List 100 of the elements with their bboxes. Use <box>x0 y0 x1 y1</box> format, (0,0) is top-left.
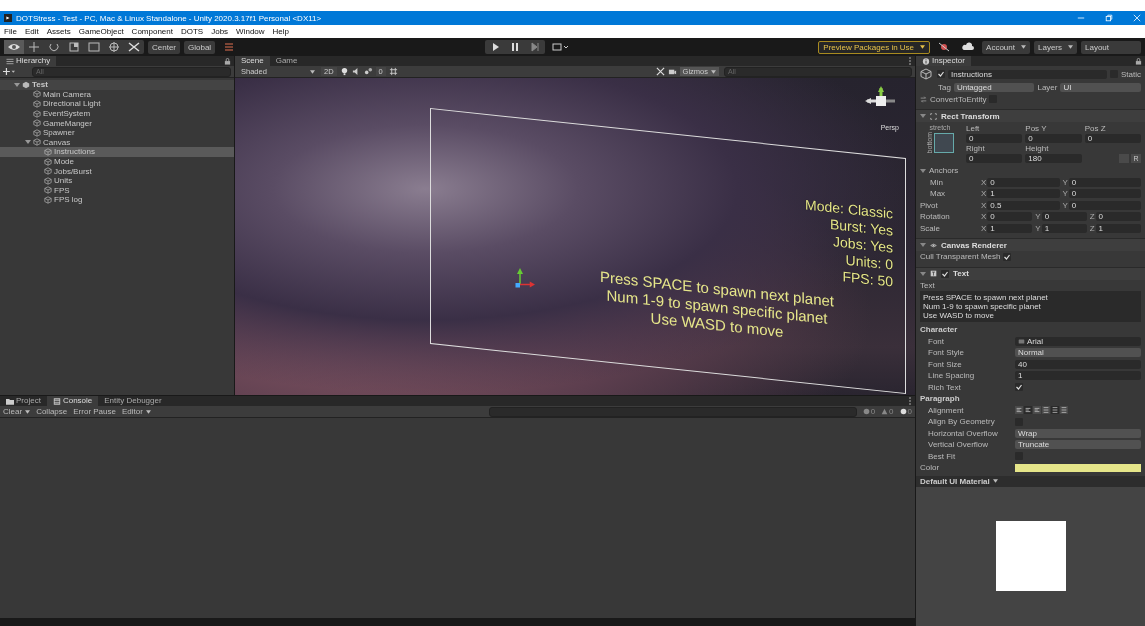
hierarchy-item[interactable]: Test <box>32 80 48 90</box>
hierarchy-item[interactable]: EventSystem <box>43 109 91 119</box>
alignment-icon[interactable] <box>1042 406 1050 415</box>
checkbox[interactable] <box>1015 383 1023 392</box>
menu-item[interactable]: Component <box>131 27 173 36</box>
view-tab[interactable]: Game <box>269 56 304 66</box>
layer-dropdown[interactable]: UI <box>1060 83 1141 93</box>
number-field[interactable]: 1 <box>987 189 1060 199</box>
number-field[interactable]: 1 <box>1041 223 1087 233</box>
number-field[interactable]: 0 <box>1084 134 1141 143</box>
color-swatch[interactable] <box>1015 463 1141 472</box>
expand-arrow-icon[interactable] <box>25 139 31 146</box>
dropdown[interactable]: Truncate <box>1015 440 1141 450</box>
foldout-arrow-icon[interactable] <box>920 242 926 248</box>
number-field[interactable]: 0 <box>1068 200 1141 210</box>
number-field[interactable]: 1 <box>1095 223 1141 233</box>
number-field[interactable]: 0 <box>987 212 1033 222</box>
alignment-icon[interactable] <box>1033 406 1041 415</box>
hierarchy-item[interactable]: Mode <box>54 157 74 167</box>
inspector-tab[interactable]: Inspector <box>916 56 971 66</box>
number-field[interactable]: 0 <box>966 134 1023 143</box>
space-button[interactable]: Global <box>184 40 216 54</box>
console-toolbar-button[interactable]: Collapse <box>36 407 68 416</box>
foldout-arrow-icon[interactable] <box>920 270 926 277</box>
anchor-preset-button[interactable] <box>934 132 954 153</box>
hierarchy-item[interactable]: Instructions <box>54 147 95 157</box>
menu-item[interactable]: Window <box>236 27 265 36</box>
console-toolbar-button[interactable]: Error Pause <box>73 407 116 416</box>
number-field[interactable]: 0 <box>1025 134 1082 143</box>
tag-dropdown[interactable]: Untagged <box>953 83 1035 93</box>
foldout-label[interactable]: Anchors <box>929 166 959 176</box>
hierarchy-item[interactable]: GameManger <box>43 118 92 128</box>
hierarchy-item[interactable]: Jobs/Burst <box>54 166 92 176</box>
active-checkbox[interactable] <box>937 70 945 78</box>
field-label: Pos Z <box>1084 124 1107 133</box>
light-icon[interactable] <box>339 67 349 76</box>
hierarchy-item[interactable]: FPS log <box>54 195 83 205</box>
alignment-icon[interactable] <box>1015 406 1023 415</box>
dropdown[interactable]: Wrap <box>1015 428 1141 438</box>
number-field[interactable]: 0 <box>966 154 1023 163</box>
enabled-checkbox[interactable] <box>941 269 949 278</box>
menu-item[interactable]: Assets <box>46 27 71 36</box>
eye-icon[interactable] <box>4 40 24 54</box>
checkbox[interactable] <box>1003 252 1012 261</box>
axis-label: Y <box>1062 189 1068 199</box>
add-icon[interactable] <box>3 68 15 75</box>
console-toolbar-button[interactable]: Clear <box>3 407 31 416</box>
view-tab[interactable]: Scene <box>235 56 270 66</box>
tools-icon[interactable] <box>655 67 665 76</box>
menu-item[interactable]: Help <box>272 27 289 36</box>
foldout-arrow-icon[interactable] <box>920 167 926 174</box>
object-field[interactable]: Arial <box>1015 336 1141 346</box>
account-dropdown[interactable]: Account <box>982 40 1030 54</box>
foldout-arrow-icon[interactable] <box>920 113 926 119</box>
number-field[interactable]: 0 <box>1068 177 1141 187</box>
panel-tab[interactable]: Entity Debugger <box>98 396 168 406</box>
menu-item[interactable]: GameObject <box>78 27 124 36</box>
hierarchy-item[interactable]: Directional Light <box>43 99 101 109</box>
menu-item[interactable]: Jobs <box>211 27 229 36</box>
hierarchy-tab[interactable]: Hierarchy <box>0 56 57 66</box>
search-field[interactable] <box>488 406 857 417</box>
lock-icon[interactable] <box>1135 57 1142 65</box>
restore-icon[interactable] <box>1105 14 1113 22</box>
layers-dropdown[interactable]: Layers <box>1034 40 1077 54</box>
expand-arrow-icon[interactable] <box>14 81 20 88</box>
number-field[interactable]: 1 <box>1015 371 1141 381</box>
preview-packages-dropdown[interactable]: Preview Packages in Use <box>818 40 931 54</box>
panel-tab[interactable]: Project <box>0 396 47 406</box>
grid-icon[interactable] <box>388 67 398 76</box>
number-field[interactable]: 180 <box>1025 154 1082 163</box>
number-field[interactable]: 0 <box>1068 189 1141 199</box>
text-area[interactable]: Press SPACE to spawn next planet Num 1-9 to spawn specific planet Use WASD to move <box>920 291 1141 322</box>
menu-item[interactable]: File <box>4 27 17 36</box>
panel-tab[interactable]: Console <box>46 396 99 406</box>
menu-item[interactable]: DOTS <box>180 27 204 36</box>
hierarchy-item[interactable]: Spawner <box>43 128 75 138</box>
lock-icon[interactable] <box>224 57 231 65</box>
alignment-icon[interactable] <box>1024 406 1032 415</box>
number-field[interactable]: 40 <box>1015 359 1141 369</box>
dropdown[interactable]: Normal <box>1015 348 1141 358</box>
close-icon[interactable] <box>1133 14 1141 22</box>
alignment-icon[interactable] <box>1051 406 1059 415</box>
layout-dropdown[interactable]: Layout <box>1081 40 1141 54</box>
hierarchy-item[interactable]: Canvas <box>43 137 71 147</box>
number-field[interactable]: 0 <box>1041 212 1087 222</box>
number-field[interactable]: 1 <box>987 223 1033 233</box>
hierarchy-item[interactable]: FPS <box>54 185 70 195</box>
hierarchy-item[interactable]: Units <box>54 176 73 186</box>
name-field[interactable]: Instructions <box>948 69 1107 79</box>
info-icon <box>862 408 870 415</box>
effects-icon[interactable] <box>363 67 373 76</box>
hierarchy-item[interactable]: Main Camera <box>43 89 91 99</box>
number-field[interactable]: 0 <box>987 177 1060 187</box>
number-field[interactable]: 0 <box>1095 212 1141 222</box>
menu-item[interactable]: Edit <box>24 27 39 36</box>
camera-icon[interactable] <box>667 67 677 76</box>
pivot-button[interactable]: Center <box>148 40 180 54</box>
number-field[interactable]: 0.5 <box>987 200 1060 210</box>
alignment-icon[interactable] <box>1060 406 1068 415</box>
console-toolbar-button[interactable]: Editor <box>121 407 151 416</box>
